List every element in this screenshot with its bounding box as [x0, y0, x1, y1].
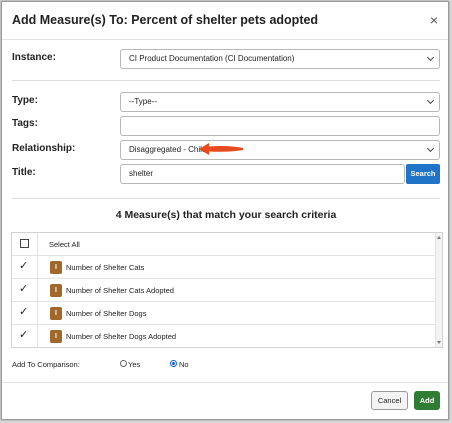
search-button[interactable]: Search: [406, 164, 440, 184]
measure-badge-icon: I: [50, 284, 62, 297]
add-measure-dialog: Add Measure(s) To: Percent of shelter pe…: [1, 1, 449, 420]
divider: [12, 198, 440, 199]
measure-label: Number of Shelter Cats Adopted: [66, 286, 174, 295]
results-heading: 4 Measure(s) that match your search crit…: [115, 209, 337, 221]
title-label: Title:: [12, 167, 36, 178]
select-all-row[interactable]: Select All: [12, 233, 436, 256]
table-row[interactable]: ✓ I Number of Shelter Cats Adopted: [12, 279, 436, 302]
relationship-label: Relationship:: [12, 143, 76, 154]
checkmark-icon[interactable]: ✓: [19, 328, 28, 341]
chevron-down-icon: [426, 53, 435, 62]
chevron-down-icon: [426, 96, 435, 105]
red-arrow-icon: [199, 143, 243, 155]
instance-label: Instance:: [12, 52, 56, 63]
type-select[interactable]: --Type--: [120, 92, 440, 112]
relationship-value: Disaggregated - Child: [129, 145, 207, 154]
dialog-title: Add Measure(s) To: Percent of shelter pe…: [12, 13, 319, 27]
relationship-select[interactable]: Disaggregated - Child: [120, 140, 440, 160]
measure-badge-icon: I: [50, 330, 62, 343]
tags-input[interactable]: [120, 116, 440, 136]
results-table: Select All ✓ I Number of Shelter Cats ✓ …: [11, 232, 443, 348]
checkbox-cell: ✓: [12, 256, 38, 278]
title-value: shelter: [129, 169, 154, 178]
close-icon[interactable]: ×: [430, 13, 438, 27]
comparison-yes-radio[interactable]: [120, 360, 127, 367]
table-row[interactable]: ✓ I Number of Shelter Dogs Adopted: [12, 325, 436, 347]
select-all-checkbox[interactable]: [20, 239, 29, 248]
comparison-label: Add To Comparison:: [12, 360, 80, 369]
measure-label: Number of Shelter Cats: [66, 263, 145, 272]
tags-label: Tags:: [12, 118, 38, 129]
checkbox-cell: ✓: [12, 279, 38, 301]
checkmark-icon[interactable]: ✓: [19, 259, 28, 272]
scroll-down-icon[interactable]: [437, 341, 441, 344]
checkbox-cell: [12, 233, 38, 255]
type-value: --Type--: [129, 97, 157, 106]
table-row[interactable]: ✓ I Number of Shelter Cats: [12, 256, 436, 279]
measure-badge-icon: I: [50, 307, 62, 320]
instance-select[interactable]: CI Product Documentation (CI Documentati…: [120, 49, 440, 69]
measure-badge-icon: I: [50, 261, 62, 274]
comparison-no-label: No: [179, 360, 189, 369]
comparison-yes-label: Yes: [128, 360, 141, 369]
checkmark-icon[interactable]: ✓: [19, 282, 28, 295]
title-input[interactable]: shelter: [120, 164, 405, 184]
select-all-label: Select All: [49, 240, 80, 249]
checkbox-cell: ✓: [12, 325, 38, 347]
chevron-down-icon: [426, 144, 435, 153]
checkmark-icon[interactable]: ✓: [19, 305, 28, 318]
measure-label: Number of Shelter Dogs Adopted: [66, 332, 177, 341]
table-row[interactable]: ✓ I Number of Shelter Dogs: [12, 302, 436, 325]
add-button[interactable]: Add: [414, 391, 440, 410]
instance-value: CI Product Documentation (CI Documentati…: [129, 54, 295, 63]
measure-label: Number of Shelter Dogs: [66, 309, 147, 318]
comparison-no-radio[interactable]: [170, 360, 177, 367]
type-label: Type:: [12, 95, 38, 106]
cancel-button[interactable]: Cancel: [371, 391, 408, 410]
results-scrollbar[interactable]: [435, 233, 442, 347]
checkbox-cell: ✓: [12, 302, 38, 324]
dialog-header: Add Measure(s) To: Percent of shelter pe…: [2, 2, 448, 40]
footer-divider: [2, 382, 448, 383]
scroll-up-icon[interactable]: [437, 236, 441, 239]
divider: [12, 80, 440, 81]
